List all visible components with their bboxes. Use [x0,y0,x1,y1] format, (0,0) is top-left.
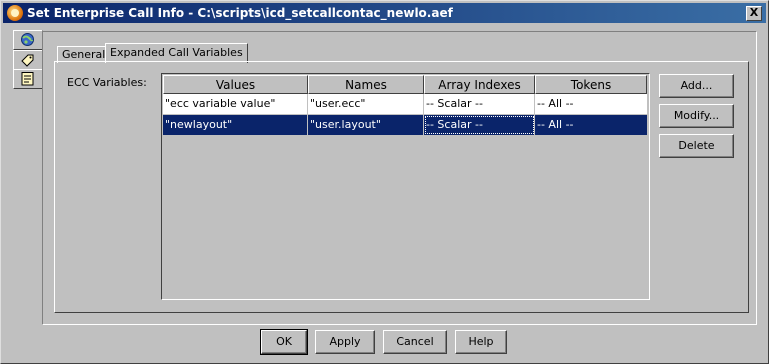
column-header-names[interactable]: Names [308,75,424,94]
app-icon [7,5,23,21]
window-title: Set Enterprise Call Info - C:\scripts\ic… [27,6,453,20]
ecc-variables-table[interactable]: Values Names Array Indexes Tokens "ecc v… [161,73,650,300]
delete-button[interactable]: Delete [659,134,734,158]
tab-expanded-call-variables[interactable]: Expanded Call Variables [105,43,248,63]
add-button[interactable]: Add... [659,74,734,98]
modify-button[interactable]: Modify... [659,104,734,128]
globe-icon-button[interactable] [13,30,43,50]
cell-value: "ecc variable value" [163,94,308,114]
column-header-tokens[interactable]: Tokens [535,75,647,94]
globe-icon [21,33,34,46]
notepad-icon [21,72,34,86]
cell-token: -- All -- [535,115,648,135]
apply-button[interactable]: Apply [315,330,375,354]
cell-value: "newlayout" [163,115,308,135]
table-row-selected[interactable]: "newlayout" "user.layout" -- Scalar -- -… [163,115,648,135]
cancel-button[interactable]: Cancel [383,330,447,354]
title-bar[interactable]: Set Enterprise Call Info - C:\scripts\ic… [3,3,766,23]
cell-name: "user.ecc" [308,94,424,114]
cell-token: -- All -- [535,94,648,114]
column-header-array-indexes[interactable]: Array Indexes [424,75,535,94]
ecc-variables-label: ECC Variables: [67,76,147,89]
ok-button[interactable]: OK [260,329,308,355]
cell-name: "user.layout" [308,115,424,135]
tag-icon-button[interactable] [13,50,43,70]
cell-array-index: -- Scalar -- [424,115,535,135]
tag-icon [21,54,34,67]
cell-array-index: -- Scalar -- [424,94,535,114]
notepad-icon-button[interactable] [13,69,43,89]
help-button[interactable]: Help [455,330,507,354]
column-header-values[interactable]: Values [163,75,308,94]
close-button[interactable]: X [746,6,762,21]
table-row[interactable]: "ecc variable value" "user.ecc" -- Scala… [163,94,648,114]
